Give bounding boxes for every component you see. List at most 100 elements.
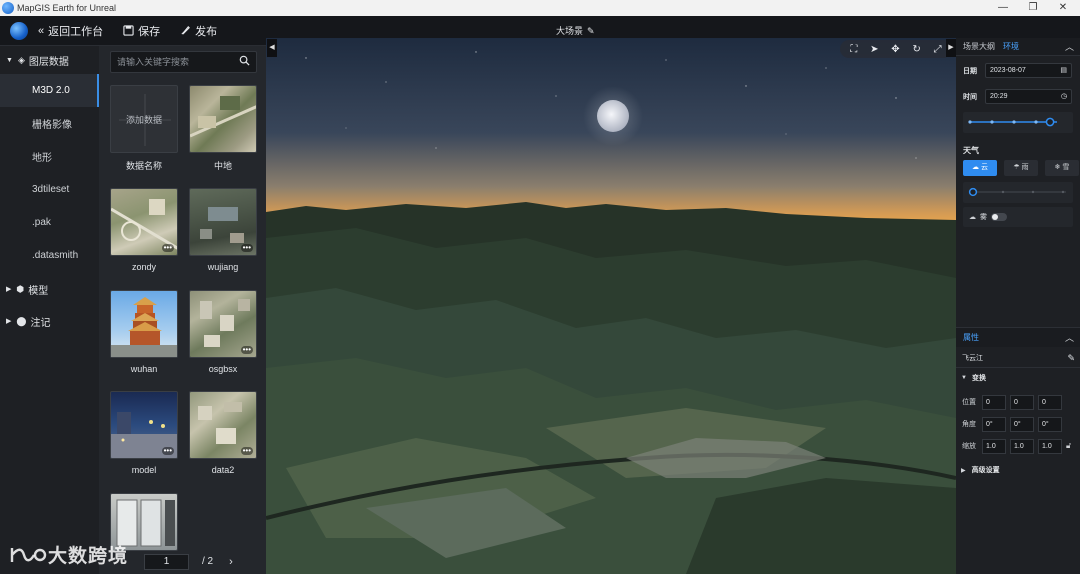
advanced-settings[interactable]: ▶ 高级设置 xyxy=(961,465,1000,475)
nav-group-layers[interactable]: ▼ ◈ 图层数据 xyxy=(0,46,99,74)
position-y-input[interactable]: 0 xyxy=(1010,394,1034,410)
env-tabs: 场景大纲 环境 ︿ xyxy=(956,38,1080,56)
more-options-icon[interactable]: ••• xyxy=(161,244,174,252)
search-placeholder: 请输入关键字搜索 xyxy=(117,57,190,67)
slider-thumb[interactable] xyxy=(968,187,978,197)
scale-label: 缩放 xyxy=(962,443,976,450)
nav-group-model[interactable]: ▶ ⬢ 模型 xyxy=(0,275,99,303)
position-x-input[interactable]: 0 xyxy=(982,394,1006,410)
publish-button[interactable]: 发布 xyxy=(180,23,217,39)
data-card-add[interactable]: 添加数据 数据名称 xyxy=(110,85,178,172)
nav-item-m3d[interactable]: M3D 2.0 xyxy=(0,74,99,107)
position-row: 位置 0 0 0 xyxy=(962,392,1071,412)
weather-cloud-button[interactable]: ☁ 云 xyxy=(963,160,997,176)
weather-options: ☁ 云 ☂ 雨 ❄ 雪 xyxy=(963,160,1080,176)
nav-item-raster[interactable]: 栅格影像 xyxy=(0,107,99,140)
calendar-icon: ▤ xyxy=(1060,67,1067,74)
position-label: 位置 xyxy=(962,399,976,406)
data-card[interactable]: ••• model xyxy=(110,391,178,475)
more-options-icon[interactable]: ••• xyxy=(240,244,253,252)
date-label: 日期 xyxy=(963,67,977,75)
data-card[interactable]: ••• zondy xyxy=(110,188,178,272)
tab-scene-tree[interactable]: 场景大纲 xyxy=(959,41,999,52)
nav-item-datasmith[interactable]: .datasmith xyxy=(0,239,99,272)
time-slider-panel xyxy=(963,112,1073,133)
more-options-icon[interactable]: ••• xyxy=(240,447,253,455)
scale-icon[interactable]: ⤢ xyxy=(934,44,942,55)
more-options-icon[interactable]: ••• xyxy=(161,447,174,455)
weather-rain-button[interactable]: ☂ 雨 xyxy=(1004,160,1038,176)
lock-icon[interactable]: 🔓︎ xyxy=(1066,441,1071,451)
thumbnail xyxy=(110,290,178,358)
card-label: osgbsx xyxy=(208,364,238,374)
page-input[interactable]: 1 xyxy=(144,553,189,570)
caret-right-icon: ▶ xyxy=(6,286,12,293)
add-data-tile[interactable]: 添加数据 xyxy=(110,85,178,153)
watermark: 大数跨境 xyxy=(10,541,128,568)
save-button[interactable]: 保存 xyxy=(123,23,160,39)
time-field[interactable]: 20:29 ◷ xyxy=(985,89,1072,104)
collapse-left-panel-button[interactable]: ◀ xyxy=(267,39,277,57)
scale-y-input[interactable]: 1.0 xyxy=(1010,438,1034,454)
slider-thumb[interactable] xyxy=(1045,117,1055,127)
close-button[interactable]: ✕ xyxy=(1048,0,1078,16)
watermark-logo-icon xyxy=(10,547,47,562)
edit-pencil-icon[interactable]: ✎ xyxy=(1067,353,1075,364)
nav-group-note[interactable]: ▶ ⬤ 注记 xyxy=(0,307,99,335)
tab-environment[interactable]: 环境 xyxy=(999,41,1023,52)
date-field[interactable]: 2023-08-07 ▤ xyxy=(985,63,1072,78)
more-options-icon[interactable]: ••• xyxy=(240,346,253,354)
caret-down-icon: ▼ xyxy=(961,375,967,381)
minimize-button[interactable]: — xyxy=(988,0,1018,16)
data-card[interactable]: wuhan xyxy=(110,290,178,374)
edit-pencil-icon[interactable]: ✎ xyxy=(587,26,595,36)
scale-x-input[interactable]: 1.0 xyxy=(982,438,1006,454)
rotation-z-input[interactable]: 0° xyxy=(1038,416,1062,432)
collapse-right-panel-button[interactable]: ▶ xyxy=(946,39,956,57)
chevron-up-icon[interactable]: ︿ xyxy=(1065,331,1074,344)
card-label: model xyxy=(131,465,157,475)
maximize-button[interactable]: ❐ xyxy=(1018,0,1048,16)
app-logo-icon xyxy=(2,2,14,14)
object-name-row: 飞云江 ✎ xyxy=(956,349,1080,368)
card-label: data2 xyxy=(211,465,235,475)
double-chevron-left-icon: « xyxy=(38,24,45,37)
fog-row: ☁ 雾 xyxy=(963,207,1073,227)
back-to-workbench-button[interactable]: « 返回工作台 xyxy=(38,23,103,39)
nav-item-terrain[interactable]: 地形 xyxy=(0,140,99,173)
data-card[interactable]: ••• data2 xyxy=(189,391,257,475)
scene-title[interactable]: 大场景 ✎ xyxy=(556,24,595,37)
rotation-x-input[interactable]: 0° xyxy=(982,416,1006,432)
caret-right-icon: ▶ xyxy=(6,318,12,325)
data-card[interactable]: ••• osgbsx xyxy=(189,290,257,374)
transform-header[interactable]: ▼ 变换 xyxy=(961,373,986,383)
fog-label: 雾 xyxy=(980,214,987,221)
publish-label: 发布 xyxy=(195,25,218,38)
search-input[interactable]: 请输入关键字搜索 xyxy=(110,51,257,73)
next-page-icon[interactable]: › xyxy=(229,556,233,568)
time-row: 时间 20:29 ◷ xyxy=(963,89,1080,104)
search-icon[interactable] xyxy=(239,55,250,66)
rotate-icon[interactable]: ↻ xyxy=(912,44,920,55)
toggle-knob xyxy=(992,214,998,220)
nav-item-pak[interactable]: .pak xyxy=(0,206,99,239)
scale-z-input[interactable]: 1.0 xyxy=(1038,438,1062,454)
move-icon[interactable]: ✥ xyxy=(891,44,899,55)
attr-tab[interactable]: 属性 xyxy=(963,332,979,343)
caret-down-icon: ▼ xyxy=(6,56,13,64)
chevron-up-icon[interactable]: ︿ xyxy=(1065,40,1074,53)
fog-toggle[interactable] xyxy=(991,213,1007,221)
rotation-y-input[interactable]: 0° xyxy=(1010,416,1034,432)
fullscreen-icon[interactable]: ⛶ xyxy=(850,44,857,55)
weather-slider[interactable] xyxy=(963,182,1073,203)
nav-item-3dtileset[interactable]: 3dtileset xyxy=(0,173,99,206)
weather-snow-button[interactable]: ❄ 雪 xyxy=(1045,160,1079,176)
time-slider[interactable] xyxy=(963,112,1073,133)
position-z-input[interactable]: 0 xyxy=(1038,394,1062,410)
cursor-icon[interactable]: ➤ xyxy=(870,44,878,55)
data-card[interactable]: 中地 xyxy=(189,85,257,172)
data-card[interactable]: ••• wujiang xyxy=(189,188,257,272)
nav-group-label: 注记 xyxy=(30,317,51,329)
3d-viewport[interactable]: ⛶ ➤ ✥ ↻ ⤢ xyxy=(266,38,956,574)
layer-nav: ▼ ◈ 图层数据 M3D 2.0 栅格影像 地形 3dtileset .pak … xyxy=(0,46,99,574)
